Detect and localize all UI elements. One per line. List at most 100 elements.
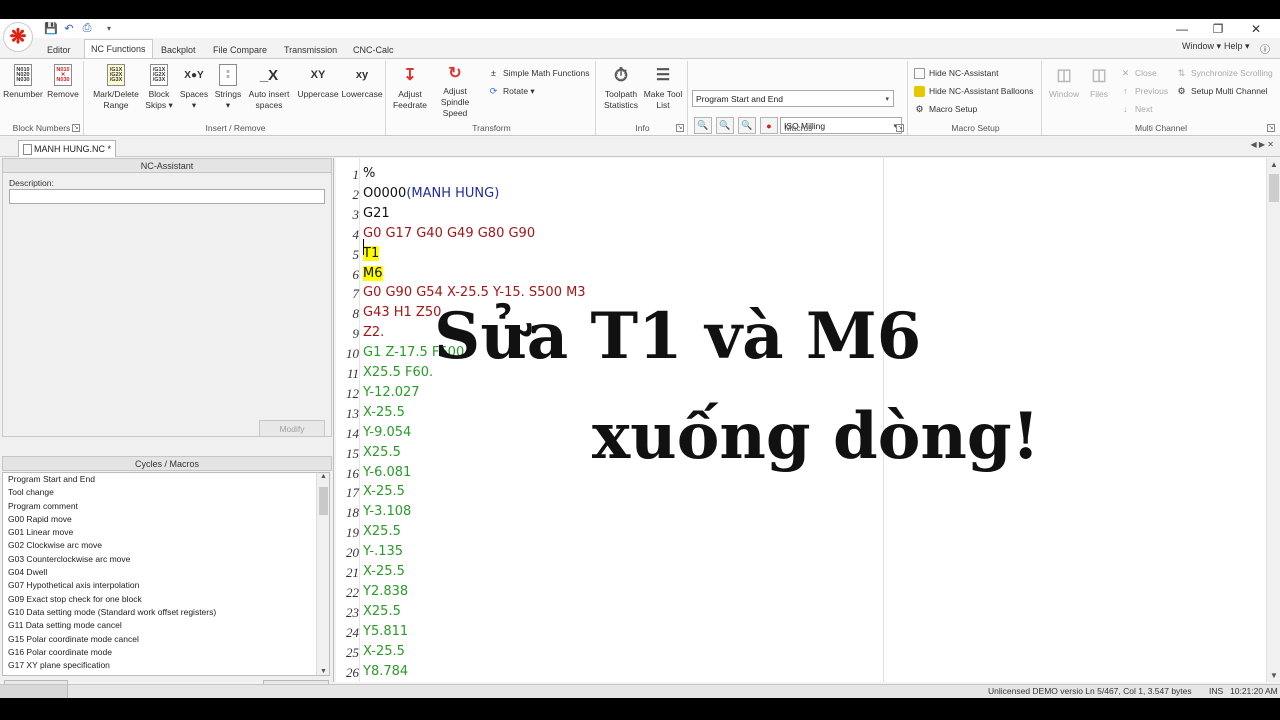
print-icon[interactable]: ⎙: [80, 21, 94, 35]
multi-window-button[interactable]: ◫ Window: [1046, 63, 1082, 119]
multi-files-button[interactable]: ◫ Files: [1084, 63, 1114, 119]
hide-nc-assistant-button[interactable]: Hide NC-Assistant: [914, 65, 998, 81]
spaces-button[interactable]: X●Y Spaces ▾: [178, 63, 210, 119]
channel-next-button[interactable]: ↓ Next: [1120, 101, 1152, 117]
scroll-up-icon[interactable]: ▲: [1267, 160, 1280, 169]
macro-list-item[interactable]: G03 Counterclockwise arc move: [3, 553, 329, 566]
macro-list-item[interactable]: G00 Rapid move: [3, 513, 329, 526]
macro-list-item[interactable]: Program comment: [3, 500, 329, 513]
save-icon[interactable]: 💾: [44, 21, 58, 35]
code-line[interactable]: Z2.: [363, 324, 384, 341]
dialog-launcher-icon[interactable]: ↘: [676, 124, 684, 132]
restore-icon[interactable]: ❐: [1200, 19, 1236, 38]
macro-list-item[interactable]: Program Start and End: [3, 473, 329, 486]
scroll-thumb[interactable]: [1269, 174, 1279, 202]
code-line[interactable]: Y-9.054: [363, 424, 411, 441]
code-line[interactable]: X25.5: [363, 444, 401, 461]
quick-access-dropdown-icon[interactable]: ▾: [102, 21, 116, 35]
toolpath-statistics-button[interactable]: ⏱ Toolpath Statistics: [600, 63, 642, 119]
code-line[interactable]: Y8.784: [363, 663, 408, 680]
rotate-button[interactable]: ⟳ Rotate ▾: [488, 83, 535, 99]
description-input[interactable]: [9, 189, 325, 204]
code-line[interactable]: %: [363, 165, 375, 182]
adjust-spindle-speed-button[interactable]: ↻ Adjust Spindle Speed: [428, 63, 482, 119]
dialog-launcher-icon[interactable]: ↘: [72, 124, 80, 132]
macro-list-item[interactable]: G17 XY plane specification: [3, 659, 329, 672]
code-line[interactable]: X-25.5: [363, 563, 405, 580]
macro-list-item[interactable]: G04 Dwell: [3, 566, 329, 579]
modify-button[interactable]: Modify: [259, 420, 325, 437]
tab-next-icon[interactable]: ▶: [1259, 140, 1265, 149]
make-tool-list-button[interactable]: ☰ Make Tool List: [642, 63, 684, 119]
code-line[interactable]: Y5.811: [363, 623, 408, 640]
simple-math-functions-button[interactable]: ± Simple Math Functions: [488, 65, 589, 81]
help-icon[interactable]: ⓘ: [1260, 41, 1270, 56]
macro-list-item[interactable]: G07 Hypothetical axis interpolation: [3, 579, 329, 592]
code-line[interactable]: X-25.5: [363, 483, 405, 500]
remove-block-numbers-button[interactable]: N010 ✕ N030 Remove: [44, 63, 82, 119]
macro-list-item[interactable]: Tool change: [3, 486, 329, 499]
scroll-up-icon[interactable]: ▲: [317, 473, 329, 480]
dialog-launcher-icon[interactable]: ↘: [896, 124, 904, 132]
tab-backplot[interactable]: Backplot: [155, 41, 202, 58]
synchronize-scrolling-button[interactable]: ⇅ Synchronize Scrolling: [1176, 65, 1273, 81]
channel-previous-button[interactable]: ↑ Previous: [1120, 83, 1168, 99]
code-line[interactable]: Y-12.027: [363, 384, 420, 401]
close-icon[interactable]: ✕: [1238, 19, 1274, 38]
editor-scrollbar[interactable]: ▲ ▼: [1266, 158, 1280, 682]
code-line[interactable]: Y-3.108: [363, 503, 411, 520]
lowercase-button[interactable]: xy Lowercase: [340, 63, 384, 119]
code-line[interactable]: O0000(MANH HUNG): [363, 185, 499, 202]
cycles-macros-list[interactable]: Program Start and End Tool change Program …: [2, 472, 330, 676]
macro-setup-button[interactable]: ⚙ Macro Setup: [914, 101, 977, 117]
code-line[interactable]: T1: [363, 245, 380, 262]
minimize-icon[interactable]: —: [1164, 19, 1200, 38]
macro-select[interactable]: Program Start and End ▾: [692, 90, 894, 107]
undo-icon[interactable]: ↶: [62, 21, 76, 35]
macro-list-item[interactable]: G10 Data setting mode (Standard work off…: [3, 606, 329, 619]
code-line[interactable]: M6: [363, 265, 383, 282]
code-line[interactable]: X25.5 F60.: [363, 364, 433, 381]
macro-list-item[interactable]: G15 Polar coordinate mode cancel: [3, 633, 329, 646]
tab-cnc-calc[interactable]: CNC-Calc: [347, 41, 400, 58]
macro-list-item[interactable]: G09 Exact stop check for one block: [3, 593, 329, 606]
code-line[interactable]: Y-.135: [363, 543, 403, 560]
channel-close-button[interactable]: ✕ Close: [1120, 65, 1157, 81]
window-menu[interactable]: Window ▾: [1182, 41, 1221, 52]
code-line[interactable]: X25.5: [363, 603, 401, 620]
scroll-down-icon[interactable]: ▼: [1267, 671, 1280, 680]
tab-close-icon[interactable]: ✕: [1267, 140, 1274, 149]
code-line[interactable]: X25.5: [363, 523, 401, 540]
renumber-button[interactable]: N010 N020 N030 Renumber: [3, 63, 43, 119]
code-line[interactable]: Y2.838: [363, 583, 408, 600]
strings-button[interactable]: ≡ ≡ Strings ▾: [212, 63, 244, 119]
macro-list-item[interactable]: G02 Clockwise arc move: [3, 539, 329, 552]
code-line[interactable]: G0 G17 G40 G49 G80 G90: [363, 225, 535, 242]
uppercase-button[interactable]: XY Uppercase: [294, 63, 342, 119]
tab-prev-icon[interactable]: ◀: [1251, 140, 1257, 149]
help-menu[interactable]: Help ▾: [1224, 41, 1250, 52]
app-logo[interactable]: ❋: [3, 22, 33, 52]
block-skips-button[interactable]: /G1X/G2X/G3X Block Skips ▾: [144, 63, 174, 119]
hide-nc-assistant-balloons-button[interactable]: Hide NC-Assistant Balloons: [914, 83, 1033, 99]
scroll-down-icon[interactable]: ▼: [317, 668, 329, 675]
list-scrollbar[interactable]: ▲ ▼: [316, 473, 329, 675]
tab-nc-functions[interactable]: NC Functions: [84, 39, 153, 58]
macro-list-item[interactable]: G11 Data setting mode cancel: [3, 619, 329, 632]
scroll-thumb[interactable]: [319, 487, 328, 515]
tab-transmission[interactable]: Transmission: [278, 41, 343, 58]
document-tab[interactable]: MANH HUNG.NC *: [18, 140, 117, 157]
code-line[interactable]: X-25.5: [363, 404, 405, 421]
macro-list-item[interactable]: G01 Linear move: [3, 526, 329, 539]
setup-multi-channel-button[interactable]: ⚙ Setup Multi Channel: [1176, 83, 1267, 99]
code-line[interactable]: X-25.5: [363, 643, 405, 660]
mark-delete-range-button[interactable]: /G1X/G2X/G3X Mark/Delete Range: [88, 63, 144, 119]
dialog-launcher-icon[interactable]: ↘: [1267, 124, 1275, 132]
tab-editor[interactable]: Editor: [41, 41, 77, 58]
code-line[interactable]: G21: [363, 205, 390, 222]
tab-file-compare[interactable]: File Compare: [207, 41, 273, 58]
adjust-feedrate-button[interactable]: ↧ Adjust Feedrate: [390, 63, 430, 119]
macro-list-item[interactable]: G16 Polar coordinate mode: [3, 646, 329, 659]
auto-insert-spaces-button[interactable]: _X Auto insert spaces: [246, 63, 292, 119]
code-line[interactable]: Y-6.081: [363, 464, 411, 481]
